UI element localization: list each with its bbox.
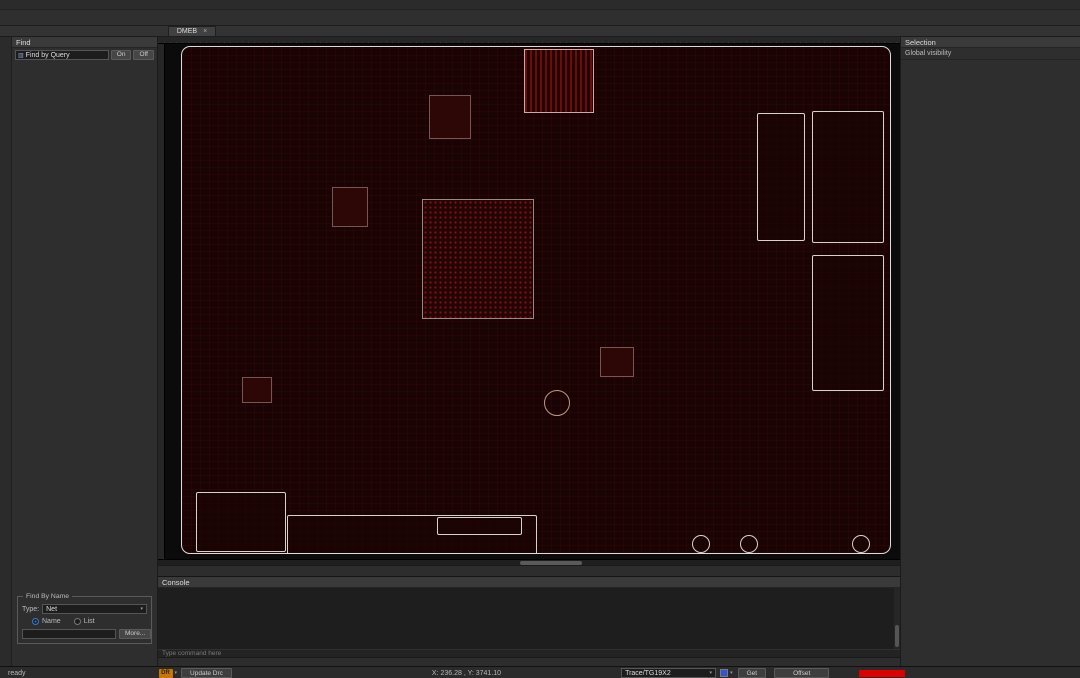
type-label: Type: <box>22 606 39 613</box>
get-button[interactable]: Get <box>738 668 766 678</box>
find-panel-titlebar: Find <box>12 37 157 48</box>
console-panel: Console Type command here <box>158 576 900 666</box>
horizontal-scrollbar[interactable] <box>158 559 900 565</box>
document-tab-dmeb[interactable]: DMEB × <box>168 26 216 36</box>
chevron-down-icon: ▾ <box>140 606 143 612</box>
progress-bar <box>859 670 905 677</box>
type-select-value: Net <box>46 606 57 613</box>
offset-button[interactable]: Offset <box>774 668 829 678</box>
query-icon: ▥ <box>18 52 24 59</box>
horizontal-ruler <box>158 37 900 44</box>
chevron-down-icon[interactable]: ▾ <box>730 670 733 676</box>
pcb-canvas[interactable] <box>165 44 900 559</box>
drc-badge[interactable]: DR <box>159 669 173 678</box>
scrollbar-thumb[interactable] <box>895 625 899 647</box>
scrollbar-thumb[interactable] <box>520 561 582 565</box>
color-swatch[interactable] <box>720 669 728 677</box>
chip-block <box>600 347 634 377</box>
query-on-button[interactable]: On <box>111 50 132 60</box>
radio-dot-icon <box>32 618 39 625</box>
list-radio[interactable]: List <box>74 618 95 625</box>
application-window: DMEB × Find ▥ Find by Query On Off <box>0 0 1080 678</box>
side-rail <box>0 37 12 666</box>
find-by-name-title: Find By Name <box>23 593 72 600</box>
find-query-row: ▥ Find by Query On Off <box>12 48 157 62</box>
list-radio-label: List <box>84 618 95 625</box>
audio-jack <box>740 535 758 553</box>
ethernet-connector <box>812 255 884 391</box>
name-radio-label: Name <box>42 618 61 625</box>
main-soc-bga <box>422 199 534 319</box>
console-scrollbar[interactable] <box>894 588 900 649</box>
layer-strip <box>158 565 900 576</box>
memory-connector <box>524 49 594 113</box>
status-ready: ready <box>8 670 26 677</box>
chip-block <box>429 95 471 139</box>
find-panel: Find ▥ Find by Query On Off Find By Name… <box>12 37 158 666</box>
document-tab-label: DMEB <box>177 28 197 35</box>
query-off-button[interactable]: Off <box>133 50 154 60</box>
logo-mark <box>544 390 570 416</box>
main-toolbar <box>0 10 1080 26</box>
pcb-board <box>181 46 891 554</box>
radio-dot-icon <box>74 618 81 625</box>
find-panel-title: Find <box>16 38 31 47</box>
chevron-down-icon[interactable]: ▾ <box>175 670 178 676</box>
find-name-input[interactable] <box>22 629 116 639</box>
hdmi-connector <box>437 517 522 535</box>
global-visibility-label: Global visibility <box>905 50 951 57</box>
chevron-down-icon: ▾ <box>710 670 713 676</box>
menu-bar <box>0 0 1080 10</box>
global-visibility-row: Global visibility <box>901 48 1080 60</box>
selection-panel: Selection Global visibility <box>900 37 1080 666</box>
selection-panel-title: Selection <box>905 38 936 47</box>
type-select[interactable]: Net ▾ <box>42 604 147 614</box>
rs232-connector <box>812 111 884 243</box>
active-class-value: Trace/TG19X2 <box>625 670 671 677</box>
close-icon[interactable]: × <box>203 28 207 35</box>
find-by-query-field[interactable]: ▥ Find by Query <box>15 50 109 60</box>
audio-jack <box>692 535 710 553</box>
chip-block <box>242 377 272 403</box>
console-tabs <box>158 657 900 666</box>
name-radio[interactable]: Name <box>32 618 61 625</box>
vertical-ruler <box>158 44 165 559</box>
console-log <box>158 585 894 649</box>
find-filter-grid <box>12 62 157 68</box>
cursor-coordinates: X: 236.28 , Y: 3741.10 <box>432 670 501 677</box>
find-by-name-group: Find By Name Type: Net ▾ Name List More.… <box>17 596 152 644</box>
usb3-connector <box>196 492 286 552</box>
more-button[interactable]: More... <box>119 629 151 639</box>
selection-panel-titlebar: Selection <box>901 37 1080 48</box>
status-bar: ready DR ▾ Update Drc X: 236.28 , Y: 374… <box>0 666 1080 678</box>
tab-row: DMEB × <box>0 26 1080 37</box>
active-class-select[interactable]: Trace/TG19X2 ▾ <box>621 668 716 678</box>
chip-block <box>332 187 368 227</box>
update-drc-button[interactable]: Update Drc <box>181 668 232 678</box>
command-input[interactable]: Type command here <box>158 649 900 657</box>
jtag-connector <box>757 113 805 241</box>
audio-jack <box>852 535 870 553</box>
query-text: Find by Query <box>26 52 70 59</box>
